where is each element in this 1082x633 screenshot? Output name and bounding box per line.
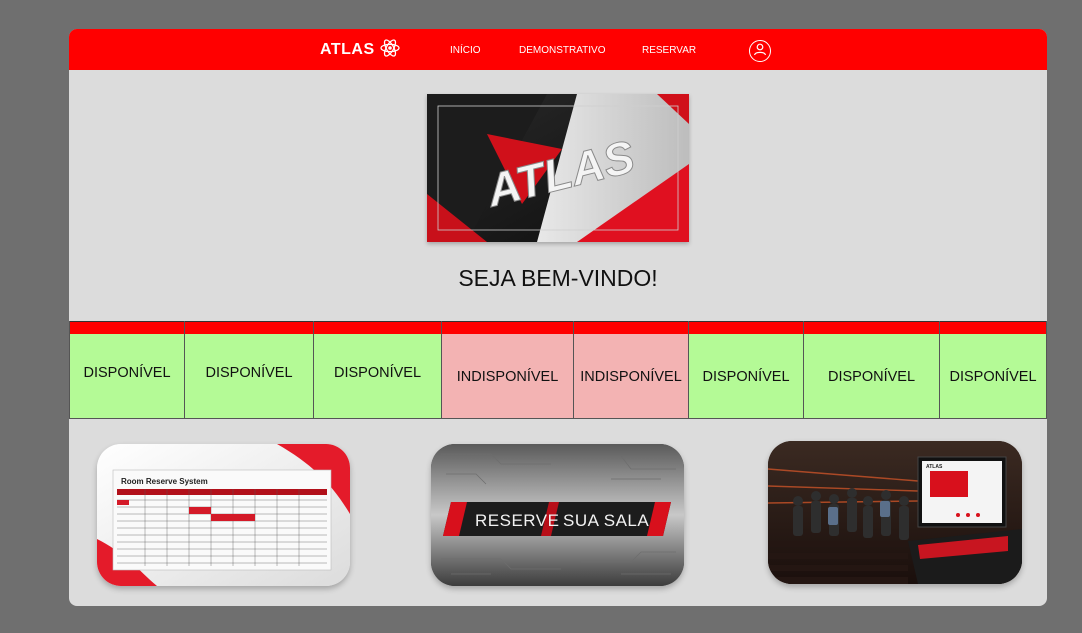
user-profile-button[interactable] [749,40,771,62]
room-header-bar [940,321,1046,334]
room-header-bar [314,321,441,334]
app-frame: ATLAS INÍCIO DEMONSTRATIVO RESERVAR ATLA… [69,29,1047,606]
room-header-bar [574,321,688,334]
room-status-label: DISPONÍVEL [949,369,1037,385]
room-status-label: DISPONÍVEL [702,369,790,385]
room-status-row: DISPONÍVEL DISPONÍVEL DISPONÍVEL INDISPO… [69,321,1047,419]
atom-icon [379,37,401,64]
navbar: ATLAS INÍCIO DEMONSTRATIVO RESERVAR [69,29,1047,70]
room-status-label: DISPONÍVEL [827,369,916,385]
brand-name: ATLAS [320,41,375,58]
room-header-bar [442,321,573,334]
nav-link-reservar[interactable]: RESERVAR [642,45,696,56]
card-room-reserve-system[interactable]: Room Reserve System [97,444,350,586]
nav-link-inicio[interactable]: INÍCIO [450,45,481,56]
room-header-bar [70,321,184,334]
user-icon [752,41,768,62]
welcome-heading: SEJA BEM-VINDO! [458,265,658,291]
room-status-label: DISPONÍVEL [205,365,293,381]
room-status-cell[interactable]: DISPONÍVEL [313,321,442,419]
card-presentation-photo[interactable]: ATLAS [768,441,1022,584]
brand-logo[interactable]: ATLAS [320,37,401,64]
room-status-label: DISPONÍVEL [83,365,171,381]
room-header-bar [804,321,939,334]
card-room-reserve-title: Room Reserve System [121,477,208,486]
card-reserve-title-a: RESERVE [475,511,559,530]
hero-banner-image: ATLAS [427,94,689,242]
room-status-cell[interactable]: INDISPONÍVEL [573,321,689,419]
room-status-label: INDISPONÍVEL [580,369,682,385]
room-status-cell[interactable]: DISPONÍVEL [184,321,314,419]
room-status-cell[interactable]: DISPONÍVEL [69,321,185,419]
room-status-cell[interactable]: INDISPONÍVEL [441,321,574,419]
room-status-cell[interactable]: DISPONÍVEL [939,321,1047,419]
card-reserve-sua-sala[interactable]: RESERVE SUA SALA [431,444,684,586]
room-header-bar [689,321,803,334]
room-header-bar [185,321,313,334]
card-reserve-title-b: SUA SALA [563,511,649,530]
room-status-cell[interactable]: DISPONÍVEL [803,321,940,419]
card-screen-logo-text: ATLAS [926,464,943,470]
room-status-cell[interactable]: DISPONÍVEL [688,321,804,419]
room-status-label: INDISPONÍVEL [456,369,559,385]
nav-link-demonstrativo[interactable]: DEMONSTRATIVO [519,45,605,56]
room-status-label: DISPONÍVEL [333,365,422,381]
